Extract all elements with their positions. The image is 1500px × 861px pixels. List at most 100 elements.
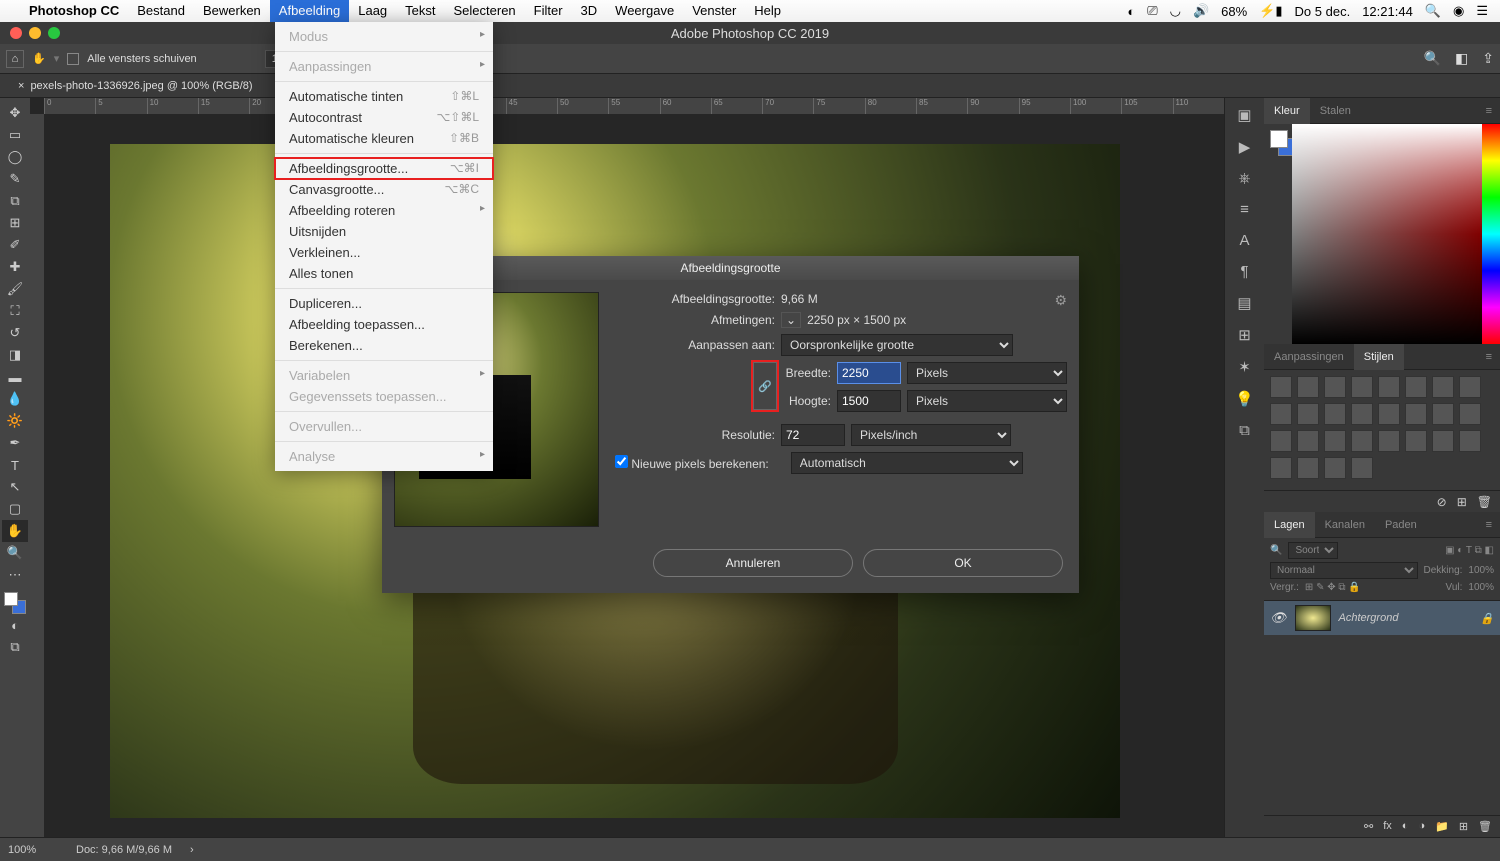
layer-lock-icon[interactable]: 🔒 [1480, 612, 1494, 625]
history-brush-tool[interactable]: ↺ [2, 322, 28, 344]
ok-button[interactable]: OK [863, 549, 1063, 577]
menu-3d[interactable]: 3D [572, 0, 607, 22]
style-swatch[interactable] [1270, 403, 1292, 425]
hand-tool-icon[interactable]: ✋ [32, 52, 46, 65]
marquee-tool[interactable]: ▭ [2, 124, 28, 146]
menu-venster[interactable]: Venster [683, 0, 745, 22]
new-fill-icon[interactable]: ◑ [1418, 820, 1425, 833]
color-swatches[interactable] [4, 592, 26, 614]
menu-item[interactable]: Verkleinen... [275, 242, 493, 263]
style-swatch[interactable] [1432, 430, 1454, 452]
style-swatch[interactable] [1378, 430, 1400, 452]
tab-lagen[interactable]: Lagen [1264, 512, 1315, 538]
libraries-panel-icon[interactable]: ✶ [1238, 358, 1251, 376]
layer-name[interactable]: Achtergrond [1339, 612, 1399, 624]
crop-tool[interactable]: ⧉ [2, 190, 28, 212]
quick-mask-toggle[interactable]: ◐ [2, 614, 28, 636]
constrain-proportions-toggle[interactable]: 🔗 [753, 362, 777, 410]
menu-item[interactable]: Automatische tinten⇧⌘L [275, 86, 493, 107]
style-swatch[interactable] [1297, 457, 1319, 479]
layer-fx-icon[interactable]: fx [1383, 820, 1392, 833]
height-input[interactable] [837, 390, 901, 412]
layer-filter-select[interactable]: Soort [1288, 542, 1338, 559]
menu-item[interactable]: Autocontrast⌥⇧⌘L [275, 107, 493, 128]
width-unit-select[interactable]: Pixels [907, 362, 1067, 384]
eyedropper-tool[interactable]: ✐ [2, 234, 28, 256]
notification-center-icon[interactable]: ☰ [1476, 3, 1488, 19]
style-swatch[interactable] [1324, 457, 1346, 479]
frame-tool[interactable]: ⊞ [2, 212, 28, 234]
width-input[interactable] [837, 362, 901, 384]
menu-item[interactable]: Afbeelding roteren [275, 200, 493, 221]
style-swatch[interactable] [1459, 403, 1481, 425]
edit-toolbar[interactable]: ⋯ [2, 564, 28, 586]
menu-item[interactable]: Canvasgrootte...⌥⌘C [275, 179, 493, 200]
style-swatch[interactable] [1297, 430, 1319, 452]
siri-icon[interactable]: ◉ [1453, 3, 1464, 19]
style-swatch[interactable] [1351, 430, 1373, 452]
menu-item[interactable]: Berekenen... [275, 335, 493, 356]
foreground-color[interactable] [1270, 130, 1288, 148]
brush-panel-icon[interactable]: ⎈ [1238, 170, 1250, 187]
style-swatch[interactable] [1351, 457, 1373, 479]
menu-laag[interactable]: Laag [349, 0, 396, 22]
brush-tool[interactable]: 🖌 [2, 278, 28, 300]
delete-layer-icon[interactable]: 🗑 [1478, 820, 1492, 833]
new-group-icon[interactable]: 📁 [1435, 820, 1449, 833]
menu-item[interactable]: Afbeelding toepassen... [275, 314, 493, 335]
style-swatch[interactable] [1459, 376, 1481, 398]
paragraph-panel-icon[interactable]: ¶ [1240, 263, 1248, 280]
style-swatch[interactable] [1405, 403, 1427, 425]
char-panel-icon[interactable]: ≡ [1240, 201, 1249, 218]
battery-icon[interactable]: ⚡▮ [1259, 3, 1282, 19]
airplay-icon[interactable]: ⎚ [1147, 3, 1157, 19]
menu-item[interactable]: Automatische kleuren⇧⌘B [275, 128, 493, 149]
status-zoom[interactable]: 100% [8, 844, 58, 856]
dialog-gear-icon[interactable]: ⚙ [1054, 292, 1067, 309]
share-icon[interactable]: ⇪ [1482, 50, 1494, 67]
menu-help[interactable]: Help [745, 0, 790, 22]
menubar-time[interactable]: 12:21:44 [1362, 4, 1413, 19]
style-swatch[interactable] [1270, 376, 1292, 398]
menu-selecteren[interactable]: Selecteren [445, 0, 525, 22]
cc-sync-icon[interactable]: ◐ [1127, 4, 1135, 19]
style-swatch[interactable] [1351, 403, 1373, 425]
color-picker-panel[interactable] [1264, 124, 1500, 344]
document-tab-title[interactable]: pexels-photo-1336926.jpeg @ 100% (RGB/8) [30, 80, 252, 92]
color-field[interactable] [1292, 124, 1482, 344]
cancel-button[interactable]: Annuleren [653, 549, 853, 577]
tab-kleur[interactable]: Kleur [1264, 98, 1310, 124]
healing-tool[interactable]: ✚ [2, 256, 28, 278]
menu-filter[interactable]: Filter [525, 0, 572, 22]
link-layers-icon[interactable]: ⚯ [1364, 820, 1373, 833]
new-layer-icon[interactable]: ⊞ [1459, 820, 1468, 833]
style-swatch[interactable] [1432, 376, 1454, 398]
style-swatch[interactable] [1324, 376, 1346, 398]
path-select-tool[interactable]: ↖ [2, 476, 28, 498]
style-swatch[interactable] [1405, 376, 1427, 398]
workspace-icon[interactable]: ◧ [1455, 50, 1468, 67]
tab-stijlen[interactable]: Stijlen [1354, 344, 1404, 370]
styles-trash-icon[interactable]: 🗑 [1477, 495, 1492, 508]
learn-panel-icon[interactable]: 💡 [1235, 390, 1254, 408]
menubar-date[interactable]: Do 5 dec. [1295, 4, 1351, 19]
close-tab-icon[interactable]: × [18, 80, 24, 92]
menu-item[interactable]: Dupliceren... [275, 293, 493, 314]
home-button[interactable]: ⌂ [6, 50, 24, 68]
status-doc-size[interactable]: Doc: 9,66 M/9,66 M [76, 844, 172, 856]
fit-to-select[interactable]: Oorspronkelijke grootte [781, 334, 1013, 356]
style-swatch[interactable] [1351, 376, 1373, 398]
lock-icons[interactable]: ⊞ ✎ ✥ ⧉ 🔒 [1305, 582, 1361, 593]
layers-panel-icon[interactable]: ⧉ [1239, 422, 1250, 439]
style-swatch[interactable] [1378, 376, 1400, 398]
play-panel-icon[interactable]: ▶ [1239, 138, 1251, 156]
glyphs-panel-icon[interactable]: A [1239, 232, 1249, 249]
swatches-panel-icon[interactable]: ⊞ [1238, 326, 1251, 344]
resolution-input[interactable] [781, 424, 845, 446]
volume-icon[interactable]: 🔊 [1193, 3, 1209, 19]
zoom-tool[interactable]: 🔍 [2, 542, 28, 564]
style-swatch[interactable] [1405, 430, 1427, 452]
menu-tekst[interactable]: Tekst [396, 0, 444, 22]
opacity-value[interactable]: 100% [1468, 565, 1494, 576]
style-swatch[interactable] [1459, 430, 1481, 452]
